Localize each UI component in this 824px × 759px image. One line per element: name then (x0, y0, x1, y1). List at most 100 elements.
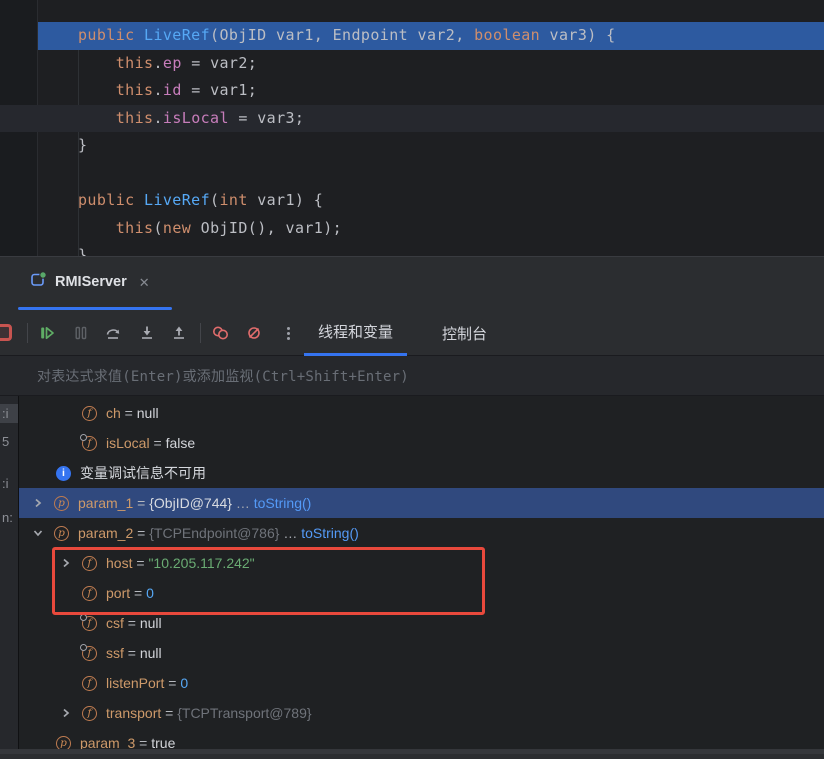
code-token: . (153, 54, 162, 72)
chevron-right-icon[interactable] (56, 707, 82, 719)
ellipsis: … (232, 495, 254, 511)
ellipsis: … (279, 525, 301, 541)
code-token: int (219, 191, 247, 209)
variable-row-host[interactable]: fhost = "10.205.117.242" (19, 548, 824, 578)
code-token: LiveRef (144, 26, 210, 44)
code-line: public LiveRef(int var1) { (0, 187, 824, 215)
frame-item-clipped[interactable]: :i (2, 476, 9, 491)
variable-value: null (137, 405, 159, 421)
code-token: public (78, 26, 144, 44)
variable-row-listenPort[interactable]: flistenPort = 0 (19, 668, 824, 698)
parameter-icon: p (54, 526, 69, 541)
code-line: this(new ObjID(), var1); (0, 215, 824, 243)
more-options-icon[interactable] (281, 323, 295, 343)
code-token: this (116, 109, 154, 127)
evaluate-expression-placeholder: 对表达式求值(Enter)或添加监视(Ctrl+Shift+Enter) (37, 366, 409, 386)
equals-sign: = (150, 435, 166, 451)
frame-item-clipped[interactable]: :i (0, 404, 19, 423)
equals-sign: = (161, 705, 177, 721)
variable-row-param_1[interactable]: pparam_1 = {ObjID@744} … toString() (19, 488, 824, 518)
variable-value: {ObjID@744} (149, 495, 232, 511)
frame-item-clipped[interactable]: 5 (2, 434, 9, 449)
pause-button[interactable] (73, 325, 89, 341)
variable-row-transport[interactable]: f transport = {TCPTransport@789} (19, 698, 824, 728)
parameter-icon: p (54, 496, 69, 511)
code-token: this (116, 54, 154, 72)
code-token (78, 54, 116, 72)
tostring-link[interactable]: toString() (254, 495, 312, 511)
code-token: var1) { (248, 191, 323, 209)
chevron-down-icon[interactable] (28, 527, 54, 539)
code-token (78, 109, 116, 127)
code-token: } (78, 136, 87, 154)
field-icon: f (82, 586, 97, 601)
variable-value: {TCPEndpoint@786} (149, 525, 279, 541)
variable-row-ssf[interactable]: fssf = null (19, 638, 824, 668)
info-row[interactable]: i变量调试信息不可用 (19, 458, 824, 488)
modifier-overlay-icon (80, 614, 87, 621)
variable-name: param_1 (78, 495, 133, 511)
tostring-link[interactable]: toString() (301, 525, 359, 541)
mute-breakpoints-icon[interactable] (246, 325, 262, 341)
variable-value: 0 (180, 675, 188, 691)
frame-item-clipped[interactable]: n: (2, 510, 13, 525)
variable-value: {TCPTransport@789} (177, 705, 311, 721)
resume-button[interactable] (39, 325, 55, 341)
evaluate-expression-input[interactable]: 对表达式求值(Enter)或添加监视(Ctrl+Shift+Enter) (0, 356, 824, 396)
stop-button[interactable] (0, 324, 12, 341)
code-editor[interactable]: public LiveRef(ObjID var1, Endpoint var2… (0, 0, 824, 256)
code-token: ep (163, 54, 182, 72)
variable-value: false (166, 435, 196, 451)
code-line: } (0, 242, 824, 256)
variable-value: null (140, 645, 162, 661)
step-over-icon[interactable] (105, 325, 121, 341)
frames-panel-edge[interactable]: :i 5 :i n: (0, 396, 19, 754)
equals-sign: = (121, 405, 137, 421)
variable-row-csf[interactable]: fcsf = null (19, 608, 824, 638)
variable-row-ch[interactable]: fch = null (19, 398, 824, 428)
code-token: isLocal (163, 109, 229, 127)
modifier-overlay-icon (80, 644, 87, 651)
code-line (0, 160, 824, 188)
chevron-right-icon[interactable] (28, 497, 54, 509)
close-icon[interactable]: ✕ (137, 274, 152, 291)
variable-name: ch (106, 405, 121, 421)
session-tab-rmiserver[interactable]: RMIServer ✕ (20, 257, 162, 307)
code-line: public LiveRef(ObjID var1, Endpoint var2… (0, 22, 824, 50)
tab-console[interactable]: 控制台 (428, 310, 501, 356)
debug-session-icon (30, 271, 47, 293)
variable-name: ssf (106, 645, 124, 661)
code-token: = var3; (229, 109, 304, 127)
step-into-icon[interactable] (139, 325, 155, 341)
code-line: } (0, 132, 824, 160)
tab-console-label: 控制台 (442, 323, 487, 344)
tab-threads-variables[interactable]: 线程和变量 (304, 310, 407, 356)
code-lines: public LiveRef(ObjID var1, Endpoint var2… (0, 22, 824, 256)
code-token (78, 81, 116, 99)
code-token: ( (153, 219, 162, 237)
ide-debug-screen: { "editor": { "lines": [ {"hl":"exec","s… (0, 0, 824, 759)
chevron-right-icon[interactable] (56, 557, 82, 569)
field-icon: f (82, 706, 97, 721)
code-token: = var1; (182, 81, 257, 99)
variable-row-param_2[interactable]: pparam_2 = {TCPEndpoint@786} … toString(… (19, 518, 824, 548)
debug-session-tab-bar: RMIServer ✕ (0, 257, 824, 310)
variable-value: "10.205.117.242" (148, 555, 254, 571)
code-token: ObjID(), var1); (191, 219, 342, 237)
code-token: id (163, 81, 182, 99)
variable-row-port[interactable]: fport = 0 (19, 578, 824, 608)
code-token: public (78, 191, 144, 209)
code-token: boolean (474, 26, 540, 44)
code-line: this.ep = var2; (0, 50, 824, 78)
toolbar-separator (27, 323, 28, 343)
code-token: . (153, 109, 162, 127)
step-out-icon[interactable] (171, 325, 187, 341)
code-token: (ObjID var1, Endpoint var2, (210, 26, 474, 44)
variable-row-isLocal[interactable]: fisLocal = false (19, 428, 824, 458)
view-breakpoints-icon[interactable] (211, 325, 231, 341)
variable-name: transport (106, 705, 161, 721)
code-token: this (116, 219, 154, 237)
field-icon: f (82, 556, 97, 571)
code-token: new (163, 219, 191, 237)
equals-sign: = (133, 525, 149, 541)
